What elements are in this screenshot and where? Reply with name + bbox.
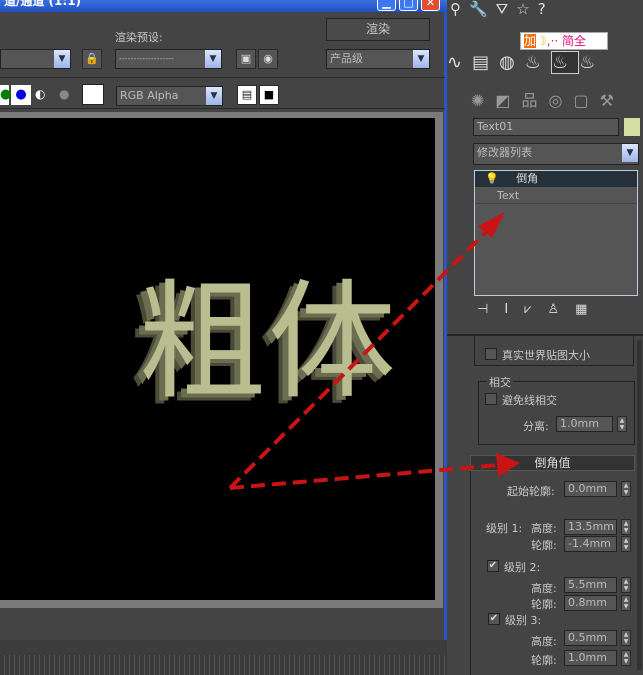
arrow-to-stack bbox=[228, 226, 492, 490]
arrow-to-bevel bbox=[229, 463, 501, 490]
arrow-head-icon bbox=[496, 453, 520, 477]
annotation-arrows bbox=[228, 212, 520, 490]
